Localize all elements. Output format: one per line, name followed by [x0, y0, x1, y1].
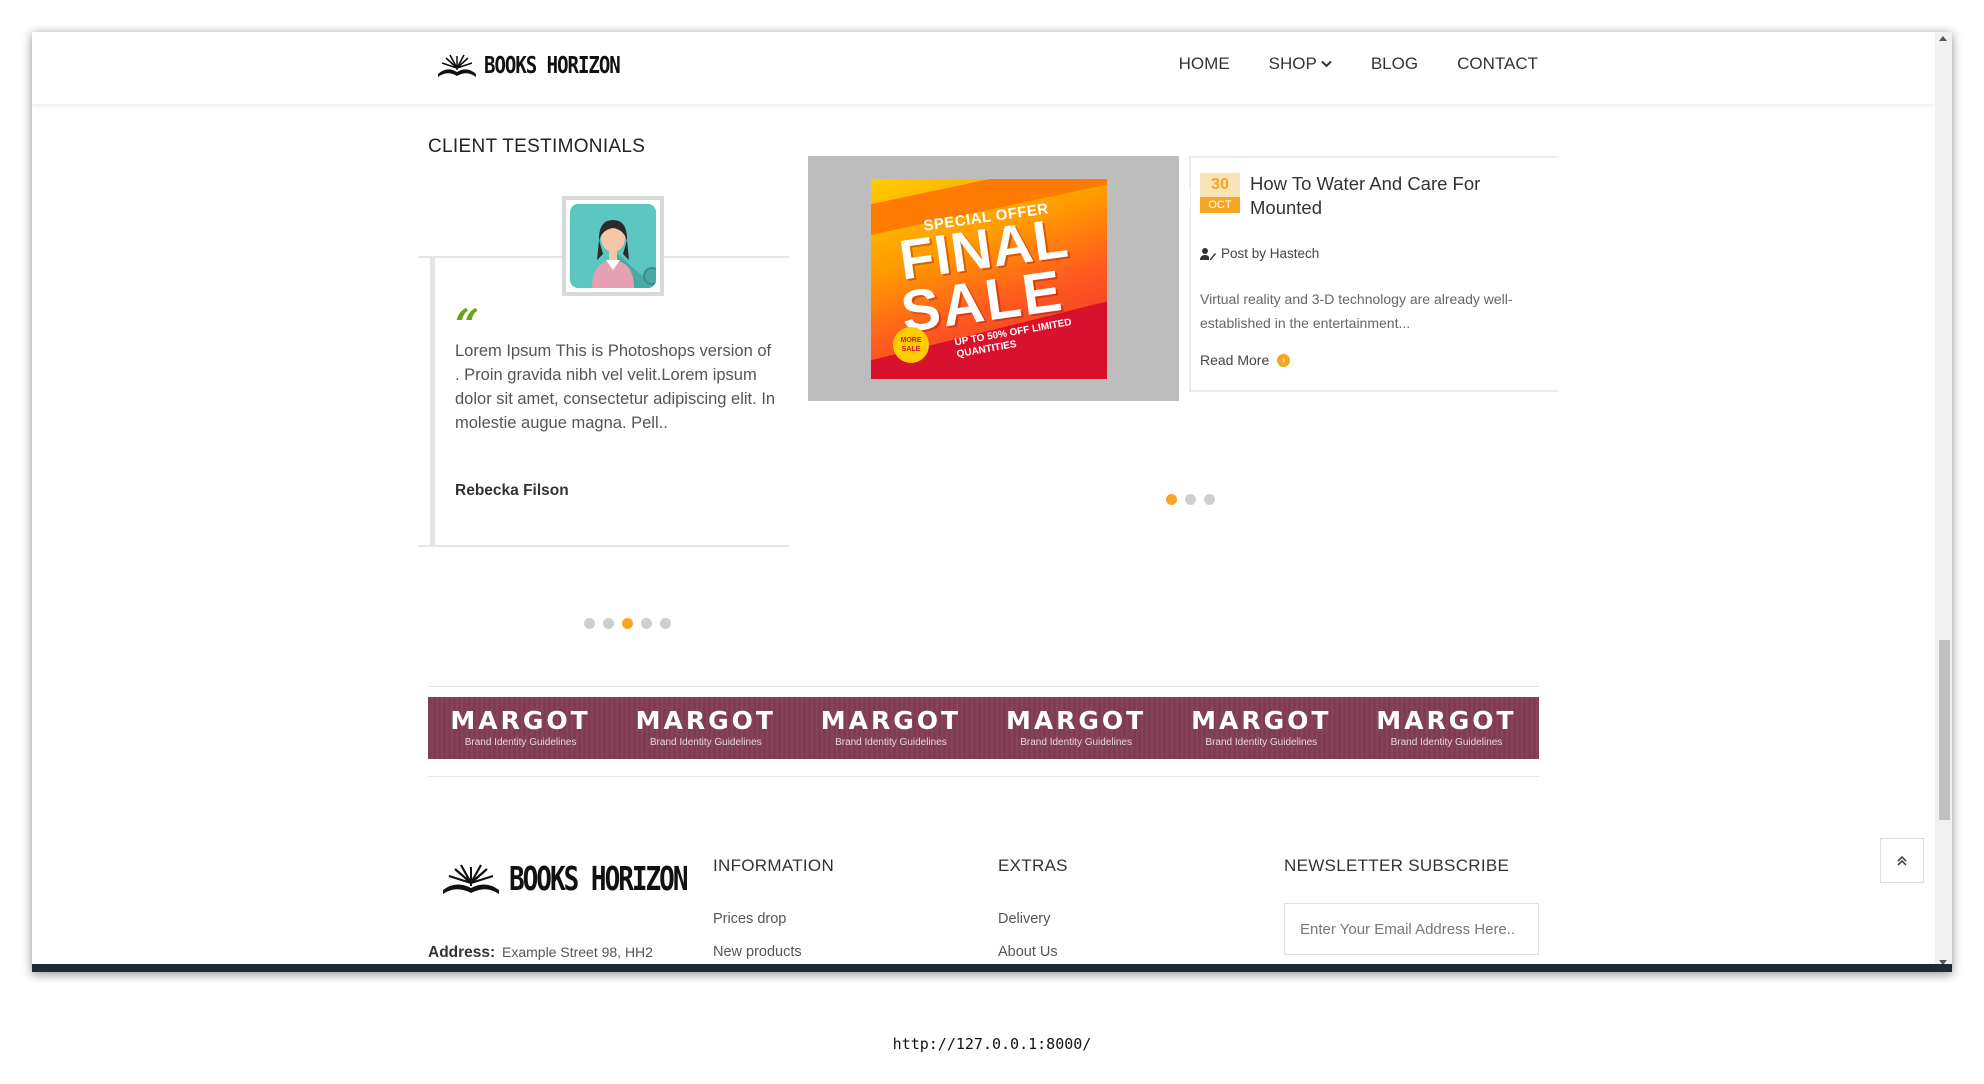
vertical-scrollbar[interactable]	[1935, 32, 1952, 972]
taskbar	[32, 964, 1952, 972]
date-badge: 30 OCT	[1200, 173, 1240, 213]
newsletter-title: NEWSLETTER SUBSCRIBE	[1284, 856, 1510, 875]
nav-shop-label: SHOP	[1268, 54, 1317, 73]
nav-shop[interactable]: SHOP	[1269, 54, 1332, 74]
arrow-circle-right-icon: ›	[1277, 353, 1291, 367]
brand-logo[interactable]: MARGOT Brand Identity Guidelines	[984, 697, 1169, 759]
book-logo-icon	[438, 54, 476, 77]
testimonial-author: Rebecka Filson	[455, 482, 569, 499]
brand-logo[interactable]: MARGOT Brand Identity Guidelines	[428, 697, 613, 759]
link-new-products[interactable]: New products	[713, 944, 802, 960]
person-icon	[592, 220, 656, 288]
date-month: OCT	[1200, 197, 1240, 213]
footer-logo-text: BOOKS HORIZON	[509, 861, 688, 899]
testimonial-dot-2[interactable]	[603, 618, 614, 629]
brand-logo[interactable]: MARGOT Brand Identity Guidelines	[613, 697, 798, 759]
extras-title: EXTRAS	[998, 856, 1068, 875]
back-to-top-button[interactable]	[1880, 838, 1924, 883]
address-label: Address:	[428, 944, 496, 961]
double-chevron-up-icon	[1897, 855, 1907, 866]
footer-logo[interactable]: BOOKS HORIZON	[441, 861, 688, 899]
nav-blog[interactable]: BLOG	[1371, 54, 1418, 74]
scroll-up-arrow-icon[interactable]	[1939, 36, 1947, 41]
read-more-label: Read More	[1200, 352, 1270, 368]
read-more-link[interactable]: Read More ›	[1200, 352, 1291, 368]
site-logo[interactable]: BOOKS HORIZON	[436, 46, 621, 86]
information-title: INFORMATION	[713, 856, 835, 875]
book-logo-icon	[443, 864, 499, 894]
blog-dot-1[interactable]	[1166, 494, 1177, 505]
site-header: BOOKS HORIZON HOME SHOP BLOG CONTACT	[32, 32, 1935, 104]
testimonial-text: Lorem Ipsum This is Photoshops version o…	[455, 342, 776, 432]
logo-text: BOOKS HORIZON	[484, 52, 621, 80]
brand-logo[interactable]: MARGOT Brand Identity Guidelines	[1354, 697, 1539, 759]
testimonial-pagination	[584, 618, 671, 629]
user-edit-icon	[1200, 247, 1216, 260]
nav-home[interactable]: HOME	[1179, 54, 1230, 74]
date-day: 30	[1200, 173, 1240, 197]
brand-logos-strip: MARGOT Brand Identity Guidelines MARGOT Br…	[428, 697, 1539, 759]
link-about-us[interactable]: About Us	[998, 944, 1058, 960]
brand-logo[interactable]: MARGOT Brand Identity Guidelines	[798, 697, 983, 759]
testimonial-accent-bar	[430, 258, 435, 545]
testimonial-dot-5[interactable]	[660, 618, 671, 629]
brand-logo[interactable]: MARGOT Brand Identity Guidelines	[1169, 697, 1354, 759]
avatar-image	[570, 204, 656, 288]
blog-dot-2[interactable]	[1185, 494, 1196, 505]
blog-post-image[interactable]: SPECIAL OFFER FINAL SALE MORE SALE UP TO…	[808, 156, 1179, 401]
browser-window: BOOKS HORIZON HOME SHOP BLOG CONTACT CLI…	[32, 32, 1952, 972]
testimonials-title: CLIENT TESTIMONIALS	[428, 136, 646, 157]
main-nav: HOME SHOP BLOG CONTACT	[1179, 54, 1538, 74]
blog-card-pointer	[1179, 188, 1190, 208]
newsletter-email-input[interactable]	[1284, 903, 1539, 955]
page-viewport: BOOKS HORIZON HOME SHOP BLOG CONTACT CLI…	[32, 32, 1935, 972]
blog-post-meta: Post by Hastech	[1200, 246, 1319, 261]
link-delivery[interactable]: Delivery	[998, 911, 1050, 927]
avatar	[562, 196, 664, 296]
blog-pagination	[1166, 494, 1215, 505]
scrollbar-thumb[interactable]	[1939, 640, 1950, 820]
testimonial-dot-1[interactable]	[584, 618, 595, 629]
chevron-down-icon	[1321, 60, 1332, 68]
divider-top	[428, 686, 1539, 687]
nav-contact[interactable]: CONTACT	[1457, 54, 1538, 74]
testimonial-dot-3[interactable]	[622, 618, 633, 629]
final-sale-banner: SPECIAL OFFER FINAL SALE MORE SALE UP TO…	[871, 179, 1107, 379]
link-prices-drop[interactable]: Prices drop	[713, 911, 786, 927]
blog-post-author: Post by Hastech	[1221, 246, 1320, 261]
blog-dot-3[interactable]	[1204, 494, 1215, 505]
address-value: Example Street 98, HH2	[502, 944, 653, 960]
sale-badge: MORE SALE	[893, 327, 929, 363]
divider-bottom	[428, 776, 1539, 777]
testimonial-dot-4[interactable]	[641, 618, 652, 629]
status-url: http://127.0.0.1:8000/	[892, 1035, 1092, 1053]
blog-post-title[interactable]: How To Water And Care For Mounted	[1250, 172, 1540, 220]
blog-post-excerpt: Virtual reality and 3-D technology are a…	[1200, 291, 1513, 331]
